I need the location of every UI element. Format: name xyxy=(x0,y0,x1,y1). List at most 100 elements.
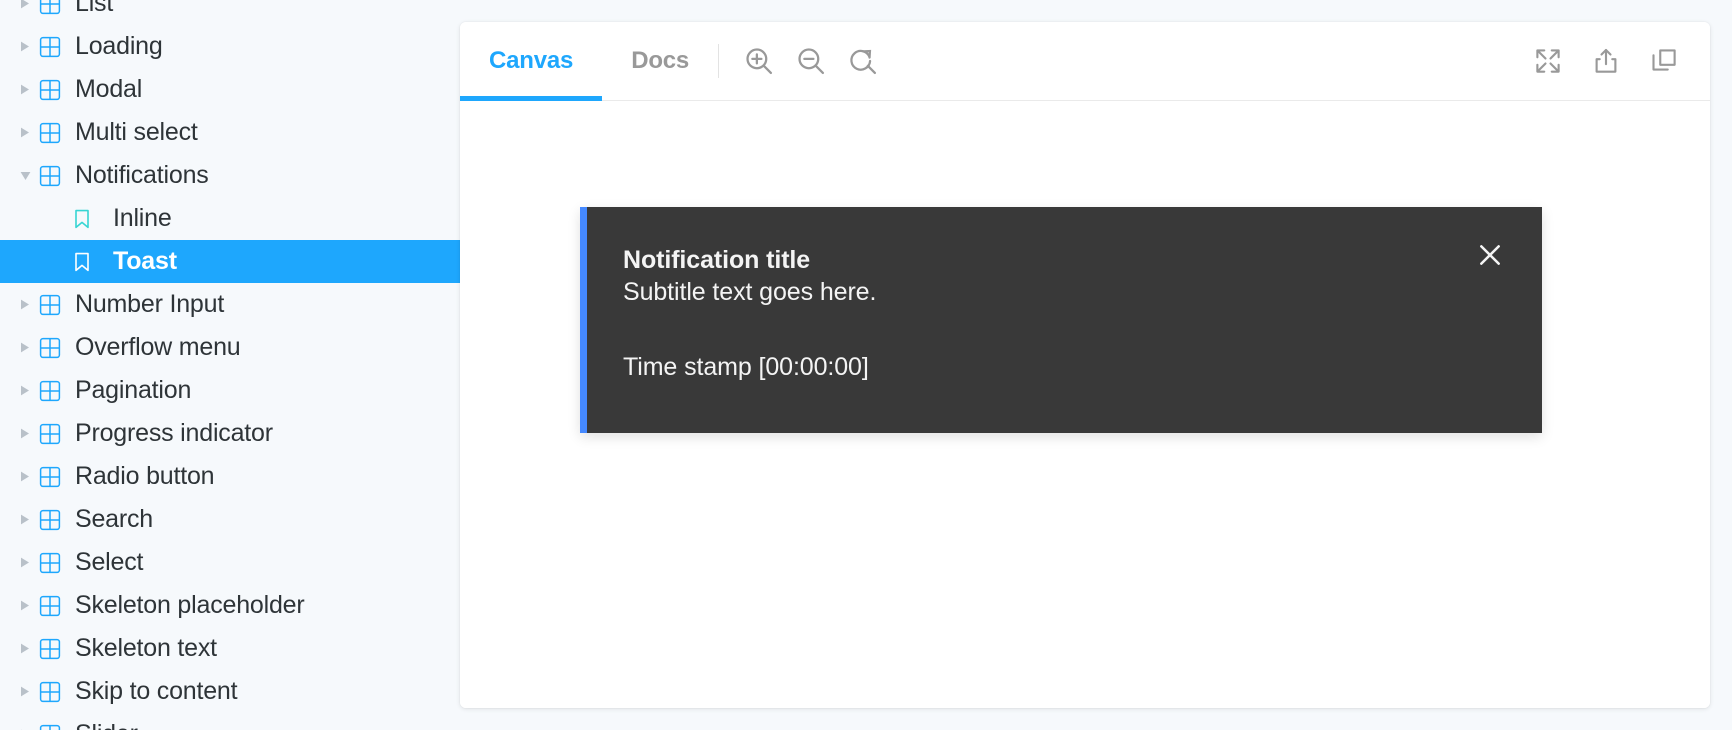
component-grid-icon xyxy=(38,541,62,584)
component-grid-icon xyxy=(38,154,62,197)
component-grid-icon xyxy=(38,283,62,326)
chevron-right-icon[interactable] xyxy=(16,111,34,154)
sidebar-item-label: Radio button xyxy=(75,462,215,490)
toast-caption: Time stamp [00:00:00] xyxy=(623,353,869,381)
sidebar-item-select[interactable]: Select xyxy=(0,541,460,584)
component-grid-icon xyxy=(38,412,62,455)
zoom-reset-button[interactable] xyxy=(837,35,889,87)
sidebar-item-label: Skeleton text xyxy=(75,634,217,662)
chevron-right-icon[interactable] xyxy=(16,455,34,498)
preview-toolbar: Canvas Docs xyxy=(460,22,1710,101)
sidebar-item-label: Modal xyxy=(75,75,143,103)
sidebar-item-toast[interactable]: Toast xyxy=(0,240,460,283)
sidebar-item-label: List xyxy=(75,0,114,17)
sidebar-item-skeleton-text[interactable]: Skeleton text xyxy=(0,627,460,670)
zoom-reset-icon xyxy=(846,44,880,78)
sidebar-item-overflow-menu[interactable]: Overflow menu xyxy=(0,326,460,369)
sidebar-item-pagination[interactable]: Pagination xyxy=(0,369,460,412)
component-tree: List Loading Modal Multi select Notification… xyxy=(0,0,460,730)
sidebar: List Loading Modal Multi select Notification… xyxy=(0,0,460,730)
toast-body: Notification title Subtitle text goes he… xyxy=(587,207,1542,433)
sidebar-item-progress-indicator[interactable]: Progress indicator xyxy=(0,412,460,455)
sidebar-item-label: Progress indicator xyxy=(75,419,273,447)
chevron-right-icon[interactable] xyxy=(16,283,34,326)
preview-panel: Canvas Docs Notification title Subtitle … xyxy=(460,22,1710,708)
sidebar-item-skeleton-placeholder[interactable]: Skeleton placeholder xyxy=(0,584,460,627)
close-icon xyxy=(1474,239,1506,271)
chevron-right-icon[interactable] xyxy=(16,713,34,730)
chevron-right-icon[interactable] xyxy=(16,369,34,412)
story-bookmark-icon xyxy=(70,197,94,240)
sidebar-item-slider[interactable]: Slider xyxy=(0,713,460,730)
expand-arrows-icon xyxy=(1533,46,1563,76)
copy-link-button[interactable] xyxy=(1638,35,1690,87)
chevron-right-icon[interactable] xyxy=(16,412,34,455)
component-grid-icon xyxy=(38,68,62,111)
component-grid-icon xyxy=(38,455,62,498)
zoom-out-icon xyxy=(794,44,828,78)
component-grid-icon xyxy=(38,25,62,68)
component-grid-icon xyxy=(38,584,62,627)
sidebar-item-label: Loading xyxy=(75,32,163,60)
share-upload-icon xyxy=(1591,46,1621,76)
sidebar-item-list[interactable]: List xyxy=(0,0,460,25)
sidebar-item-label: Select xyxy=(75,548,144,576)
sidebar-item-label: Overflow menu xyxy=(75,333,241,361)
component-grid-icon xyxy=(38,111,62,154)
toast-close-button[interactable] xyxy=(1464,229,1516,281)
component-grid-icon xyxy=(38,0,62,25)
toast-subtitle: Subtitle text goes here. xyxy=(623,278,877,306)
share-button[interactable] xyxy=(1580,35,1632,87)
chevron-right-icon[interactable] xyxy=(16,584,34,627)
sidebar-item-modal[interactable]: Modal xyxy=(0,68,460,111)
component-grid-icon xyxy=(38,498,62,541)
sidebar-item-label: Notifications xyxy=(75,161,209,189)
component-grid-icon xyxy=(38,326,62,369)
tab-canvas-label: Canvas xyxy=(489,47,574,74)
sidebar-item-label: Number Input xyxy=(75,290,225,318)
sidebar-item-search[interactable]: Search xyxy=(0,498,460,541)
toolbar-right-actions xyxy=(1508,22,1710,100)
preview-tabs: Canvas Docs xyxy=(460,22,718,101)
sidebar-item-label: Slider xyxy=(75,722,138,730)
chevron-right-icon[interactable] xyxy=(16,25,34,68)
zoom-out-button[interactable] xyxy=(785,35,837,87)
fullscreen-button[interactable] xyxy=(1522,35,1574,87)
sidebar-item-number-input[interactable]: Number Input xyxy=(0,283,460,326)
chevron-right-icon[interactable] xyxy=(16,498,34,541)
toast-title: Notification title xyxy=(623,246,811,274)
sidebar-item-multi-select[interactable]: Multi select xyxy=(0,111,460,154)
component-grid-icon xyxy=(38,670,62,713)
chevron-right-icon[interactable] xyxy=(16,627,34,670)
storybook-app: List Loading Modal Multi select Notification… xyxy=(0,0,1732,730)
sidebar-item-skip-to-content[interactable]: Skip to content xyxy=(0,670,460,713)
toast-accent-bar xyxy=(580,207,587,433)
sidebar-item-inline[interactable]: Inline xyxy=(0,197,460,240)
sidebar-item-label: Multi select xyxy=(75,118,198,146)
sidebar-item-label: Skeleton placeholder xyxy=(75,591,305,619)
chevron-down-icon[interactable] xyxy=(16,154,34,197)
sidebar-item-label: Skip to content xyxy=(75,677,238,705)
story-canvas: Notification title Subtitle text goes he… xyxy=(460,101,1710,708)
chevron-right-icon[interactable] xyxy=(16,541,34,584)
sidebar-item-notifications[interactable]: Notifications xyxy=(0,154,460,197)
tab-docs[interactable]: Docs xyxy=(602,22,718,100)
chevron-right-icon[interactable] xyxy=(16,68,34,111)
copy-icon xyxy=(1649,46,1679,76)
main-area: Canvas Docs Notification title Subtitle … xyxy=(460,0,1732,730)
zoom-controls xyxy=(719,22,903,100)
tab-canvas[interactable]: Canvas xyxy=(460,22,603,101)
sidebar-item-label: Toast xyxy=(113,247,177,275)
chevron-right-icon[interactable] xyxy=(16,0,34,25)
chevron-right-icon[interactable] xyxy=(16,326,34,369)
sidebar-item-radio-button[interactable]: Radio button xyxy=(0,455,460,498)
sidebar-item-loading[interactable]: Loading xyxy=(0,25,460,68)
sidebar-item-label: Pagination xyxy=(75,376,192,404)
zoom-in-button[interactable] xyxy=(733,35,785,87)
zoom-in-icon xyxy=(742,44,776,78)
story-bookmark-icon xyxy=(70,240,94,283)
sidebar-item-label: Search xyxy=(75,505,154,533)
chevron-right-icon[interactable] xyxy=(16,670,34,713)
component-grid-icon xyxy=(38,713,62,730)
